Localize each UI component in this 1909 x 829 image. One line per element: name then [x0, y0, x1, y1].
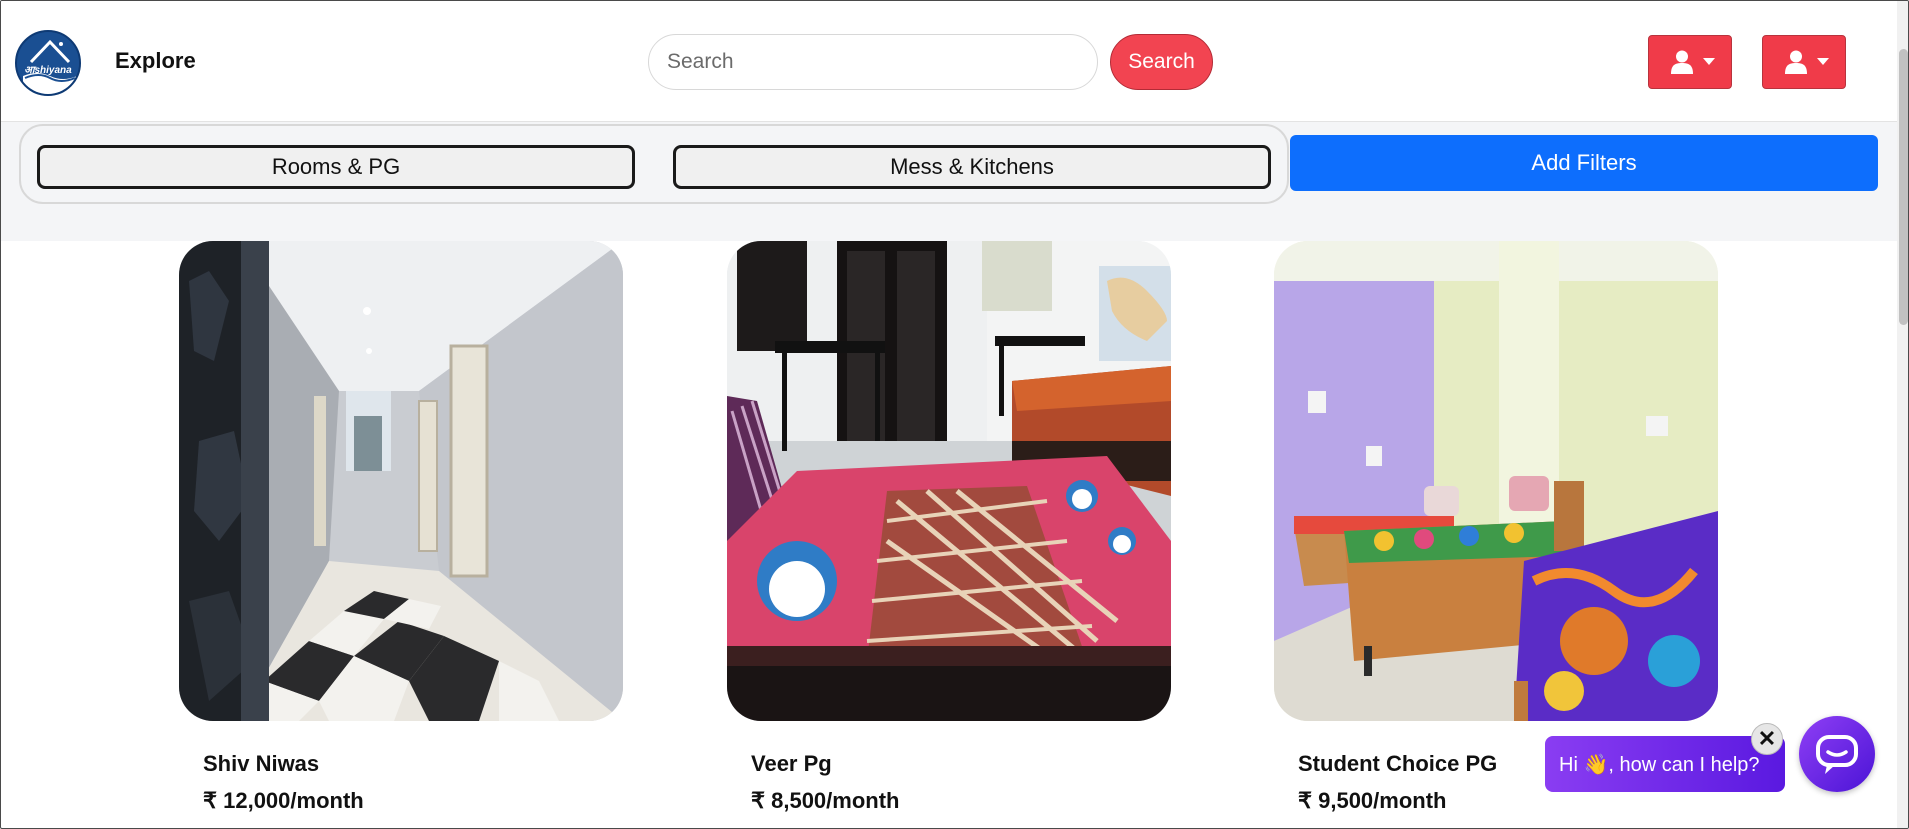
listing-card[interactable]: Shiv Niwas ₹ 12,000/month — [179, 241, 623, 828]
listing-name[interactable]: Student Choice PG — [1298, 751, 1497, 777]
search-input[interactable] — [648, 34, 1098, 90]
listing-card[interactable]: Veer Pg ₹ 8,500/month — [727, 241, 1171, 828]
filter-bar: Rooms & PG Mess & Kitchens Add Filters — [1, 122, 1897, 241]
listing-price: ₹ 9,500/month — [1298, 788, 1447, 813]
chevron-down-icon — [1703, 58, 1715, 65]
listing-photo[interactable] — [1274, 241, 1718, 721]
page-scrollbar[interactable] — [1897, 1, 1908, 828]
add-filters-button[interactable]: Add Filters — [1290, 135, 1878, 191]
browser-viewport: आshiyana Explore Search Rooms & PG Mess … — [0, 0, 1909, 829]
person-icon — [1671, 50, 1693, 74]
user-dropdown-button-2[interactable] — [1762, 35, 1846, 89]
close-icon[interactable]: ✕ — [1751, 723, 1783, 755]
listing-name[interactable]: Shiv Niwas — [203, 751, 319, 777]
rooms-pg-button[interactable]: Rooms & PG — [37, 145, 635, 189]
user-dropdown-button-1[interactable] — [1648, 35, 1732, 89]
navbar: आshiyana Explore Search — [1, 1, 1897, 122]
scrollbar-thumb[interactable] — [1899, 49, 1908, 325]
category-toggle-group: Rooms & PG Mess & Kitchens — [19, 124, 1289, 204]
listing-photo[interactable] — [727, 241, 1171, 721]
chat-launcher-button[interactable] — [1799, 716, 1875, 792]
listing-name[interactable]: Veer Pg — [751, 751, 832, 777]
logo-wordmark: आshiyana — [24, 65, 72, 76]
pg-room-photo — [1274, 241, 1718, 721]
mess-kitchens-button[interactable]: Mess & Kitchens — [673, 145, 1271, 189]
chat-greeting-bubble[interactable]: Hi 👋, how can I help? — [1545, 736, 1785, 792]
corridor-photo — [179, 241, 623, 721]
listing-photo[interactable] — [179, 241, 623, 721]
chevron-down-icon — [1817, 58, 1829, 65]
listing-price: ₹ 8,500/month — [751, 788, 900, 813]
listing-price: ₹ 12,000/month — [203, 788, 364, 813]
ashiyana-logo[interactable]: आshiyana — [15, 30, 81, 96]
search-button[interactable]: Search — [1110, 34, 1213, 90]
person-icon — [1785, 50, 1807, 74]
pg-room-photo — [727, 241, 1171, 721]
chat-icon — [1816, 735, 1858, 774]
explore-link[interactable]: Explore — [115, 48, 196, 74]
